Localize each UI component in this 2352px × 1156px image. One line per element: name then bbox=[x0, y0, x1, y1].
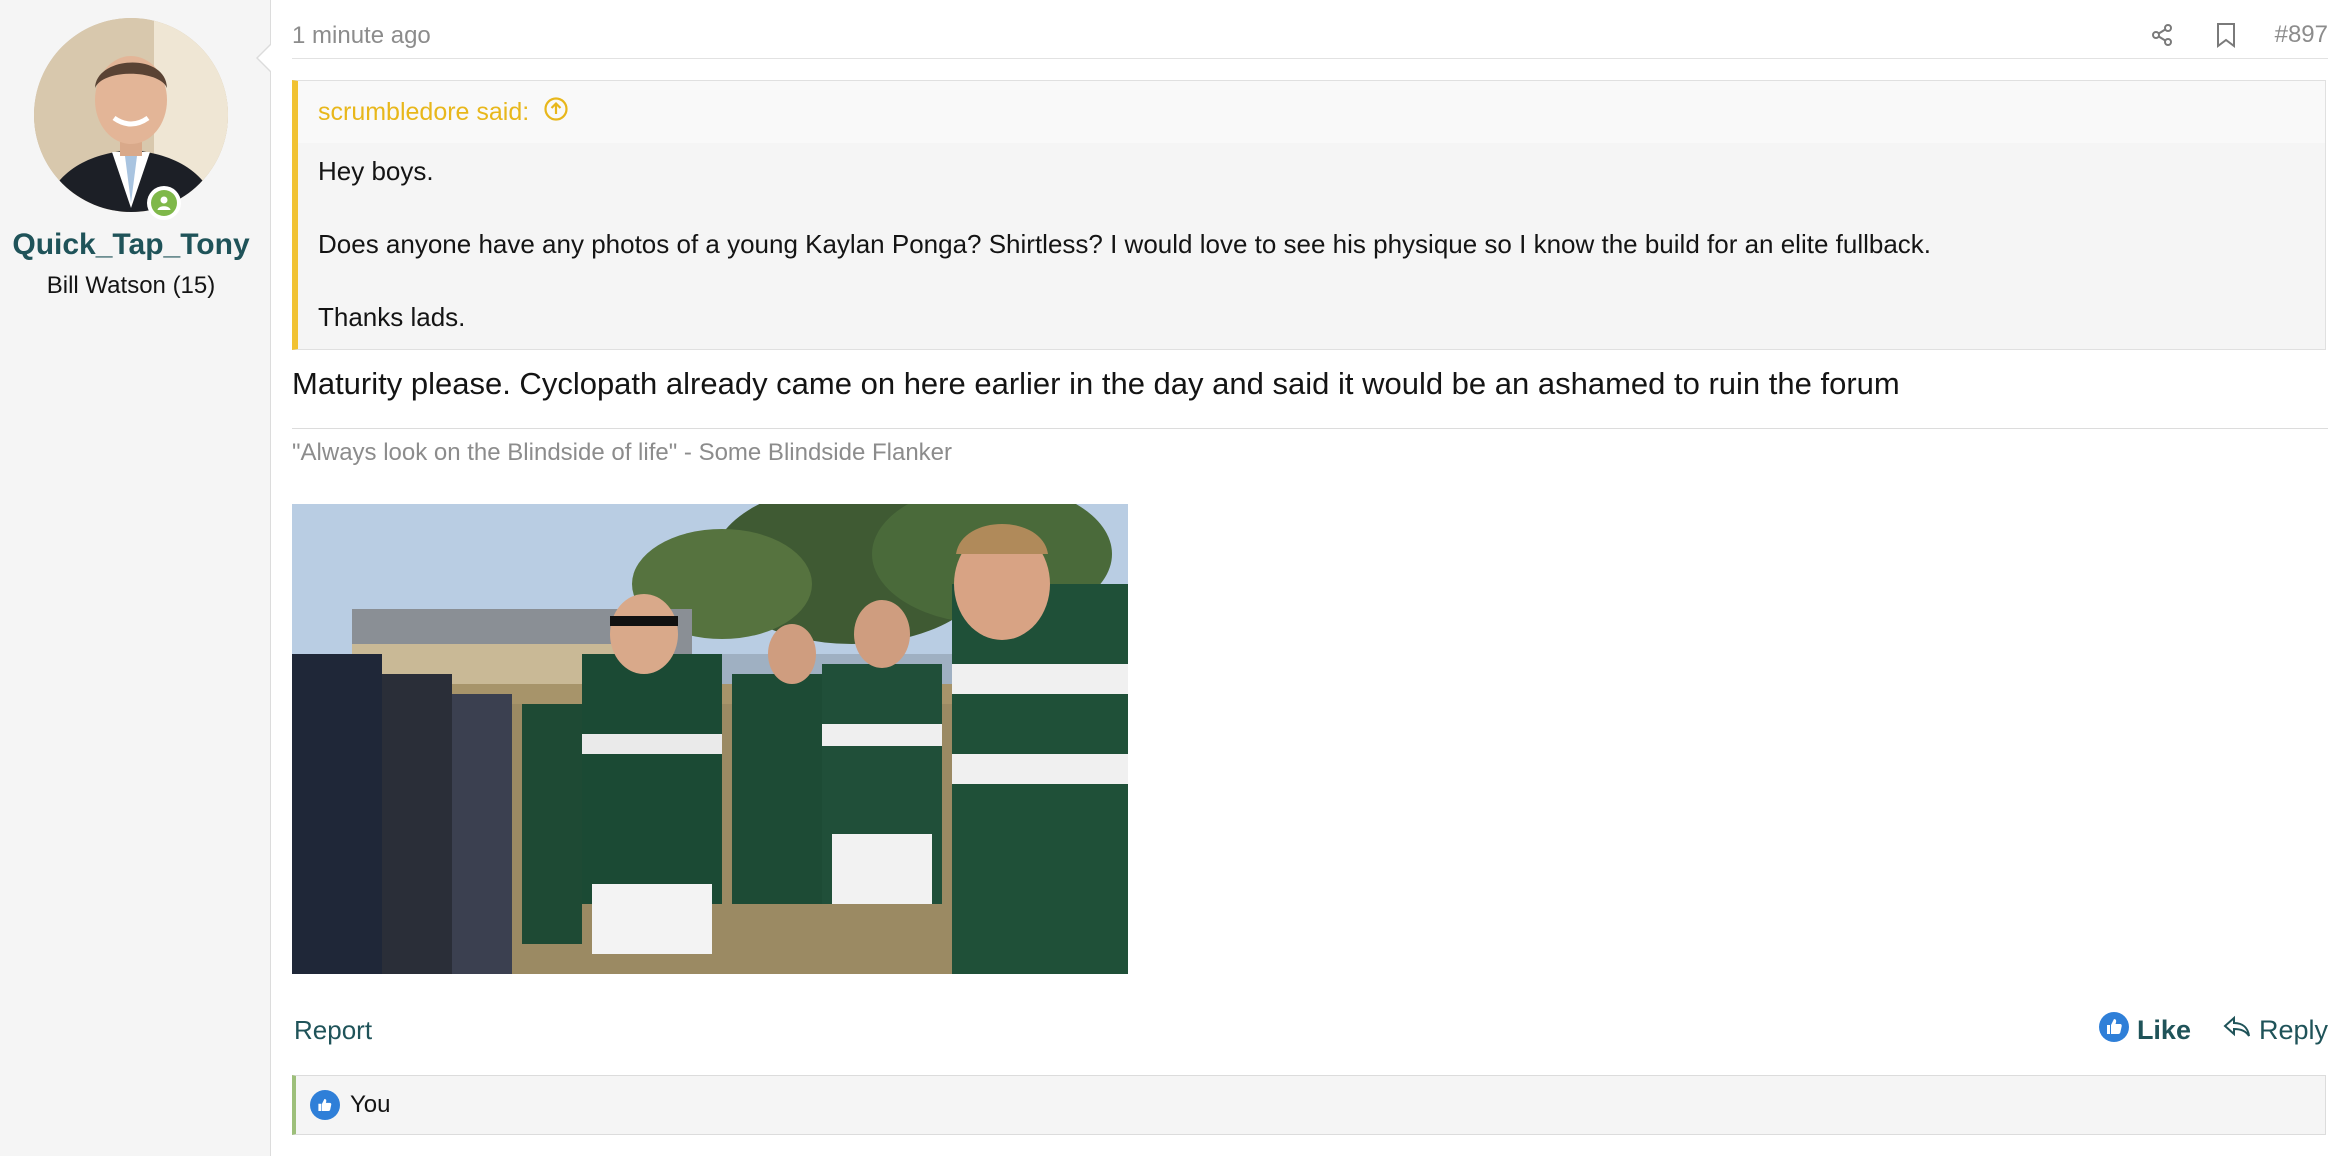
post-number-link[interactable]: #897 bbox=[2275, 21, 2328, 49]
like-label: Like bbox=[2136, 1015, 2191, 1045]
post-actions: Like Reply bbox=[2098, 1012, 2328, 1049]
post-content: 1 minute ago #897 scrumbledore said: Hey… bbox=[292, 0, 2328, 1156]
user-sidebar: Quick_Tap_Tony Bill Watson (15) bbox=[0, 0, 271, 1156]
reactions-bar[interactable]: You bbox=[292, 1075, 2326, 1135]
share-icon[interactable] bbox=[2147, 20, 2177, 50]
online-status-icon bbox=[147, 186, 181, 220]
avatar[interactable] bbox=[34, 18, 228, 212]
quote-line: Does anyone have any photos of a young K… bbox=[318, 229, 1932, 259]
quote-line: Hey boys. bbox=[318, 156, 434, 186]
user-title: Bill Watson (15) bbox=[46, 272, 216, 299]
post-header-actions: #897 bbox=[2147, 20, 2328, 50]
quote-body: Hey boys. Does anyone have any photos of… bbox=[298, 143, 2325, 335]
reply-button[interactable]: Reply bbox=[2223, 1015, 2328, 1046]
avatar-container bbox=[34, 18, 228, 220]
bookmark-icon[interactable] bbox=[2211, 20, 2241, 50]
quote-line: Thanks lads. bbox=[318, 302, 466, 332]
signature: "Always look on the Blindside of life" -… bbox=[292, 439, 953, 466]
quote-header[interactable]: scrumbledore said: bbox=[298, 81, 2325, 143]
thumbs-up-icon bbox=[310, 1090, 340, 1120]
signature-divider bbox=[292, 428, 2328, 429]
username-link[interactable]: Quick_Tap_Tony bbox=[0, 228, 262, 262]
quote-author[interactable]: scrumbledore said: bbox=[318, 98, 529, 127]
post-header: 1 minute ago #897 bbox=[292, 18, 2328, 59]
message-arrow bbox=[256, 44, 271, 72]
reply-label: Reply bbox=[2258, 1015, 2328, 1045]
post-message: Maturity please. Cyclopath already came … bbox=[292, 366, 1900, 401]
quote-block: scrumbledore said: Hey boys. Does anyone… bbox=[292, 80, 2326, 350]
attached-photo[interactable] bbox=[292, 504, 1128, 974]
reaction-users[interactable]: You bbox=[350, 1091, 391, 1119]
thumbs-up-icon bbox=[2098, 1012, 2129, 1049]
arrow-up-circle-icon[interactable] bbox=[543, 96, 569, 129]
reply-arrow-icon bbox=[2223, 1015, 2251, 1046]
report-link[interactable]: Report bbox=[294, 1015, 372, 1046]
post-timestamp[interactable]: 1 minute ago bbox=[292, 22, 431, 50]
like-button[interactable]: Like bbox=[2098, 1012, 2191, 1049]
